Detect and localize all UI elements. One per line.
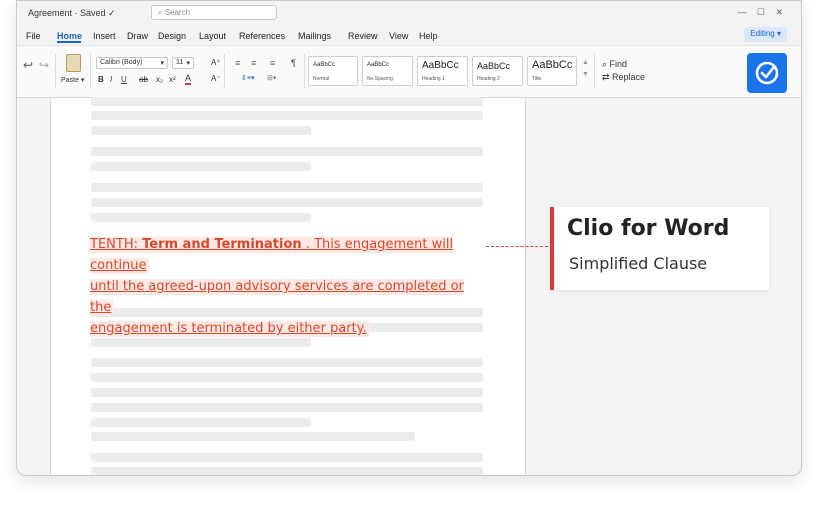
text-line [91,213,311,222]
callout-subtitle: Simplified Clause [569,254,708,273]
style-no-spacing[interactable]: AaBbCc No Spacing [362,56,413,86]
shrink-font-icon[interactable]: A⁻ [211,74,221,83]
menu-references[interactable]: References [239,31,285,41]
style-heading-2[interactable]: AaBbCc Heading 2 [472,56,523,86]
callout-title: Clio for Word [567,216,730,241]
clause-line-2: until the agreed-upon advisory services … [90,279,464,316]
undo-icon[interactable]: ↩ [23,58,33,72]
search-input[interactable]: ⌕ Search [151,5,277,20]
menu-design[interactable]: Design [158,31,186,41]
menu-view[interactable]: View [389,31,408,41]
clipboard-icon[interactable] [66,54,81,72]
superscript-button[interactable]: x² [169,75,176,84]
text-line [91,467,483,475]
clause-heading: Term and Termination [142,237,302,252]
italic-button[interactable]: I [110,75,112,84]
bold-button[interactable]: B [98,75,104,84]
clause-line-1: TENTH: Term and Termination . This engag… [90,234,484,276]
align-left-icon[interactable]: ≡ [235,58,240,68]
menu-bar: File Home Insert Draw Design Layout Refe… [17,25,801,45]
text-line [91,97,483,106]
subscript-button[interactable]: x₂ [156,75,163,84]
strikethrough-button[interactable]: ab [139,75,148,84]
style-normal[interactable]: AaBbCc Normal [308,56,358,86]
align-center-icon[interactable]: ≡ [251,58,256,68]
font-name-select[interactable]: Calibri (Body) ▾ [96,57,168,69]
callout-connector [486,246,548,247]
clio-addin-button[interactable] [747,53,787,93]
divider [90,54,91,88]
text-line [91,111,483,120]
menu-file[interactable]: File [26,31,41,41]
clio-callout-card: Clio for Word Simplified Clause [550,207,769,290]
divider [55,54,56,88]
divider [594,54,595,88]
style-heading-1[interactable]: AaBbCc Heading 1 [417,56,468,86]
pilcrow-icon[interactable]: ¶ [291,58,296,68]
find-button[interactable]: ⌕ Find [602,59,627,70]
editing-mode-button[interactable]: Editing ▾ [744,27,787,42]
styles-scroll-up-icon[interactable]: ▲ [582,59,589,66]
underline-button[interactable]: U [121,75,127,84]
menu-draw[interactable]: Draw [127,31,148,41]
grow-font-icon[interactable]: A⁺ [211,58,221,67]
title-bar: Agreement · Saved ✓ ⌕ Search — ☐ ✕ [17,1,801,25]
menu-home[interactable]: Home [57,31,82,41]
divider [224,54,225,88]
line-spacing-icon[interactable]: ⇕≡▾ [241,74,254,82]
text-line [91,373,483,382]
style-title[interactable]: AaBbCc Title [527,56,577,86]
text-line [91,162,311,171]
text-line [91,198,483,207]
divider [304,54,305,88]
text-line [91,147,483,156]
menu-insert[interactable]: Insert [93,31,116,41]
menu-mailings[interactable]: Mailings [298,31,331,41]
document-title: Agreement · Saved ✓ [28,8,116,18]
active-tab-indicator [57,41,81,43]
menu-layout[interactable]: Layout [199,31,226,41]
clause-line-3: engagement is terminated by either party… [90,321,369,337]
font-color-button[interactable]: A [185,74,192,85]
text-line [91,453,483,462]
redo-icon[interactable]: ↪ [39,58,49,72]
clause-label: TENTH: [90,237,143,252]
font-size-select[interactable]: 11 ▾ [172,57,194,69]
text-line [91,126,311,135]
checkmark-icon [755,61,779,85]
ribbon: ↩ ↪ Paste ▾ Calibri (Body) ▾ 11 ▾ A⁺ A⁻ B … [17,45,801,98]
align-right-icon[interactable]: ≡ [270,58,275,68]
text-line [91,358,483,367]
text-line [91,432,415,441]
replace-button[interactable]: ⇄ Replace [602,72,645,83]
menu-review[interactable]: Review [348,31,378,41]
text-line [91,403,483,412]
window-controls[interactable]: — ☐ ✕ [737,7,787,18]
text-line [91,338,311,347]
menu-help[interactable]: Help [419,31,438,41]
text-line [91,418,311,427]
text-line [91,183,483,192]
styles-scroll-down-icon[interactable]: ▼ [582,71,589,78]
paste-button[interactable]: Paste ▾ [61,76,84,84]
highlighted-clause[interactable]: TENTH: Term and Termination . This engag… [90,234,484,339]
borders-icon[interactable]: ⊞▾ [267,74,276,82]
text-line [91,388,483,397]
